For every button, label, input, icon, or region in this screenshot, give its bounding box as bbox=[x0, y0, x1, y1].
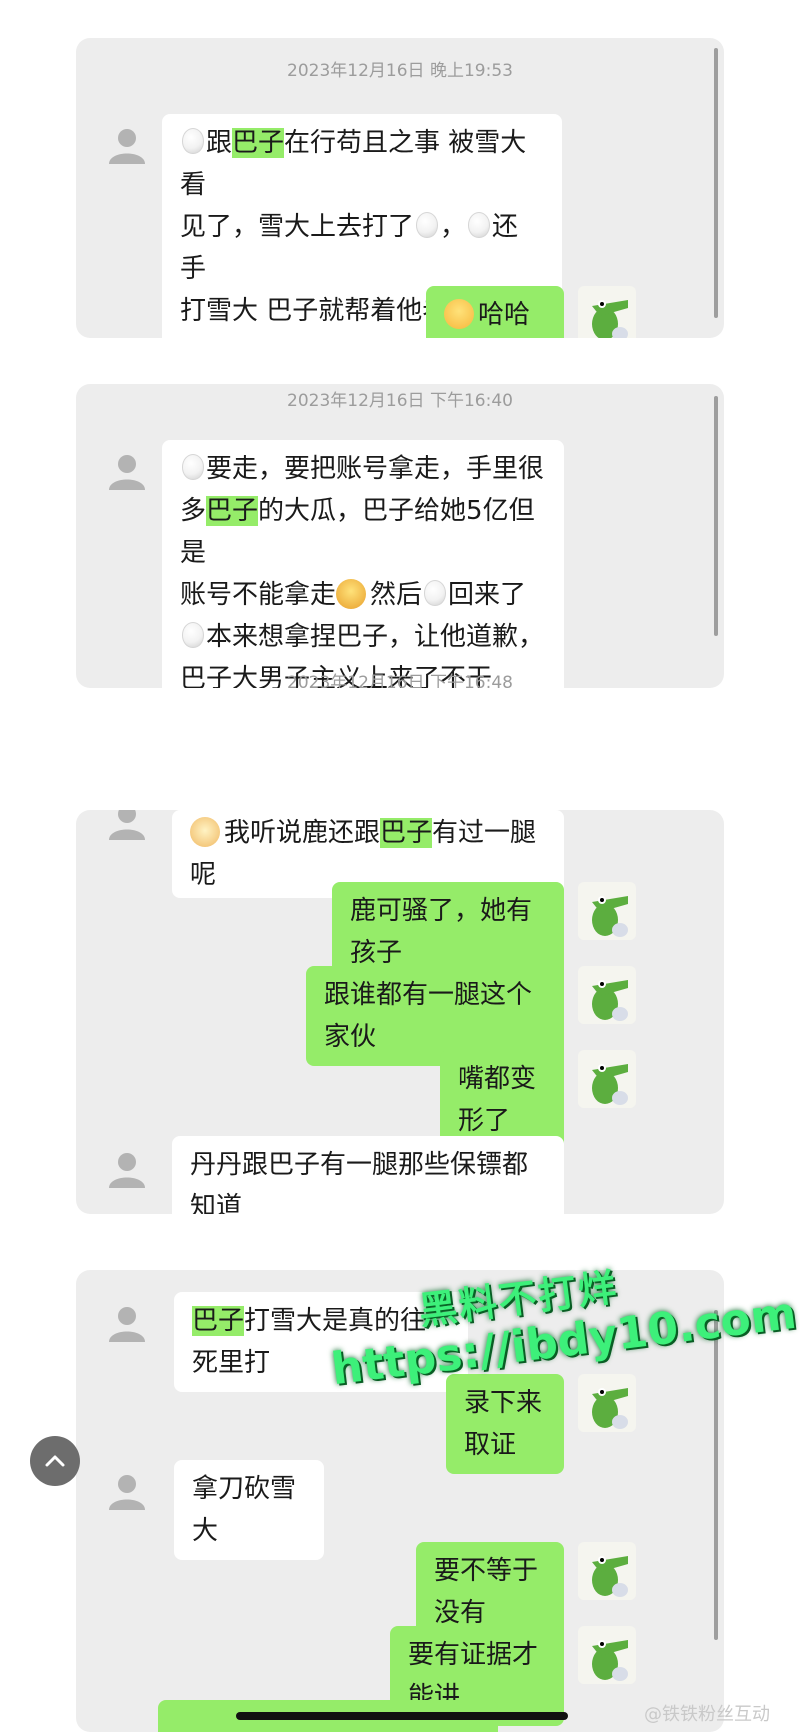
crocodile-avatar-icon bbox=[592, 1556, 628, 1597]
crocodile-avatar-icon bbox=[592, 1640, 628, 1681]
person-icon bbox=[109, 1475, 145, 1510]
my-avatar[interactable] bbox=[578, 1374, 636, 1432]
timestamp: 2023年12月16日 晚上19:53 bbox=[287, 61, 513, 81]
chat-card-3: 我听说鹿还跟巴子有过一腿呢 鹿可骚了，她有孩子 跟谁都有一腿这个家伙 嘴都变形了… bbox=[76, 810, 724, 1214]
person-icon bbox=[109, 810, 145, 840]
chat-card-1: 2023年12月16日 晚上19:53 跟巴子在行苟且之事 被雪大看 见了，雪大… bbox=[76, 38, 724, 338]
egg-emoji bbox=[416, 212, 439, 238]
egg-emoji bbox=[468, 212, 491, 238]
message-bubble[interactable]: 丹丹跟巴子有一腿那些保镖都知道 bbox=[172, 1136, 564, 1214]
my-avatar[interactable] bbox=[578, 1626, 636, 1684]
my-message-bubble[interactable]: 嘴都变形了 bbox=[440, 1050, 564, 1150]
my-avatar[interactable] bbox=[578, 882, 636, 940]
message-bubble[interactable]: 要走，要把账号拿走，手里很 多巴子的大瓜，巴子给她5亿但是 账号不能拿走 然后 回来… bbox=[162, 440, 564, 688]
laughing-emoji bbox=[444, 299, 474, 329]
my-avatar[interactable] bbox=[578, 1542, 636, 1600]
card-scrollbar[interactable] bbox=[714, 48, 718, 318]
contact-avatar[interactable] bbox=[106, 1148, 148, 1190]
cat-emoji bbox=[190, 817, 220, 847]
crying-laughing-emoji bbox=[336, 579, 367, 609]
contact-avatar[interactable] bbox=[106, 124, 148, 166]
my-message-bubble[interactable]: 录下来取证 bbox=[446, 1374, 564, 1474]
person-icon bbox=[109, 1307, 145, 1342]
contact-avatar[interactable] bbox=[106, 1470, 148, 1512]
egg-emoji bbox=[182, 128, 204, 154]
my-avatar[interactable] bbox=[578, 1050, 636, 1108]
contact-avatar[interactable] bbox=[106, 450, 148, 492]
my-message-bubble[interactable]: 哈哈哈 bbox=[426, 286, 564, 338]
my-avatar[interactable] bbox=[578, 286, 636, 338]
egg-emoji bbox=[182, 622, 204, 648]
egg-emoji bbox=[424, 580, 447, 606]
home-indicator[interactable] bbox=[236, 1712, 568, 1720]
person-icon bbox=[109, 455, 145, 490]
chevron-up-icon bbox=[45, 1455, 65, 1467]
chat-card-2: 2023年12月16日 下午16:40 要走，要把账号拿走，手里很 多巴子的大瓜… bbox=[76, 384, 724, 688]
card-scrollbar[interactable] bbox=[714, 1310, 718, 1640]
contact-avatar[interactable] bbox=[106, 1302, 148, 1344]
my-avatar[interactable] bbox=[578, 966, 636, 1024]
timestamp: 2023年12月16日 下午16:40 bbox=[287, 391, 513, 411]
crocodile-avatar-icon bbox=[592, 300, 628, 338]
contact-avatar[interactable] bbox=[106, 810, 148, 842]
crocodile-avatar-icon bbox=[592, 896, 628, 937]
scroll-to-top-button[interactable] bbox=[30, 1436, 80, 1486]
person-icon bbox=[109, 129, 145, 164]
person-icon bbox=[109, 1153, 145, 1188]
message-bubble[interactable]: 拿刀砍雪大 bbox=[174, 1460, 324, 1560]
crocodile-avatar-icon bbox=[592, 980, 628, 1021]
egg-emoji bbox=[182, 454, 204, 480]
credit-text: @铁铁粉丝互动 bbox=[644, 1704, 770, 1725]
crocodile-avatar-icon bbox=[592, 1388, 628, 1429]
card-scrollbar[interactable] bbox=[714, 396, 718, 636]
crocodile-avatar-icon bbox=[592, 1064, 628, 1105]
timestamp: 2023年12月16日 下午16:48 bbox=[287, 673, 513, 688]
